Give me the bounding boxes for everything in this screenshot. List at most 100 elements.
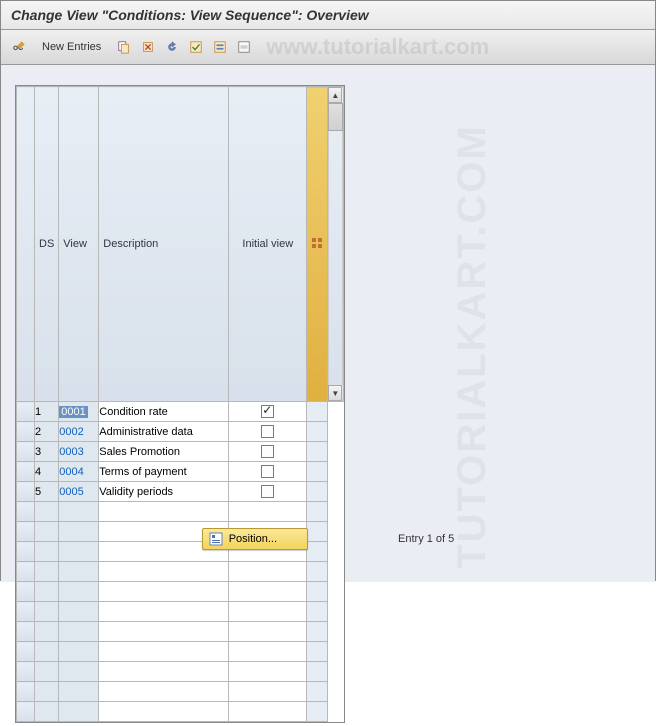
select-all-button[interactable] bbox=[186, 37, 206, 57]
initial-view-checkbox[interactable] bbox=[261, 465, 274, 478]
cell-ds[interactable] bbox=[35, 582, 59, 602]
cell-ds[interactable]: 4 bbox=[35, 462, 59, 482]
position-button[interactable]: Position... bbox=[202, 528, 308, 550]
cell-ds[interactable] bbox=[35, 682, 59, 702]
cell-view[interactable]: 0003 bbox=[59, 442, 99, 462]
scroll-down-button[interactable]: ▼ bbox=[328, 385, 342, 401]
select-block-button[interactable] bbox=[210, 37, 230, 57]
vertical-scrollbar[interactable]: ▲ ▼ bbox=[328, 87, 344, 402]
cell-initial-view[interactable] bbox=[229, 442, 307, 462]
row-selector[interactable] bbox=[17, 502, 35, 522]
cell-ds[interactable] bbox=[35, 642, 59, 662]
entry-count-text: Entry 1 of 5 bbox=[398, 533, 454, 545]
cell-description[interactable]: Administrative data bbox=[99, 422, 229, 442]
row-selector[interactable] bbox=[17, 582, 35, 602]
cell-initial-view[interactable] bbox=[229, 422, 307, 442]
cell-ds[interactable] bbox=[35, 662, 59, 682]
header-initial-view[interactable]: Initial view bbox=[229, 87, 307, 402]
toggle-display-change-button[interactable] bbox=[9, 37, 29, 57]
cell-description[interactable] bbox=[99, 702, 229, 722]
header-row-selector[interactable] bbox=[17, 87, 35, 402]
cell-description[interactable] bbox=[99, 562, 229, 582]
cell-view[interactable]: 0002 bbox=[59, 422, 99, 442]
scroll-track[interactable] bbox=[328, 131, 343, 385]
position-label: Position... bbox=[229, 533, 277, 545]
row-selector[interactable] bbox=[17, 682, 35, 702]
table-row-empty bbox=[17, 582, 344, 602]
cell-view[interactable] bbox=[59, 602, 99, 622]
cell-description[interactable] bbox=[99, 682, 229, 702]
cell-description[interactable] bbox=[99, 502, 229, 522]
cell-initial-view[interactable] bbox=[229, 482, 307, 502]
cell-ds[interactable] bbox=[35, 702, 59, 722]
row-selector[interactable] bbox=[17, 622, 35, 642]
cell-description[interactable] bbox=[99, 602, 229, 622]
cell-description[interactable] bbox=[99, 662, 229, 682]
cell-ds[interactable]: 3 bbox=[35, 442, 59, 462]
initial-view-checkbox[interactable] bbox=[261, 425, 274, 438]
cell-initial-view[interactable] bbox=[229, 402, 307, 422]
cell-initial-view[interactable] bbox=[229, 682, 307, 702]
row-selector[interactable] bbox=[17, 702, 35, 722]
row-selector[interactable] bbox=[17, 562, 35, 582]
scroll-up-button[interactable]: ▲ bbox=[328, 87, 342, 103]
cell-initial-view[interactable] bbox=[229, 662, 307, 682]
header-ds[interactable]: DS bbox=[35, 87, 59, 402]
new-entries-button[interactable]: New Entries bbox=[33, 37, 110, 57]
cell-initial-view[interactable] bbox=[229, 702, 307, 722]
cell-view[interactable]: 0004 bbox=[59, 462, 99, 482]
header-view[interactable]: View bbox=[59, 87, 99, 402]
delete-button[interactable] bbox=[138, 37, 158, 57]
copy-as-button[interactable] bbox=[114, 37, 134, 57]
initial-view-checkbox[interactable] bbox=[261, 445, 274, 458]
cell-initial-view[interactable] bbox=[229, 502, 307, 522]
table-row-empty bbox=[17, 502, 344, 522]
cell-description[interactable]: Terms of payment bbox=[99, 462, 229, 482]
cell-view[interactable]: 0001 bbox=[59, 402, 99, 422]
cell-initial-view[interactable] bbox=[229, 582, 307, 602]
row-selector[interactable] bbox=[17, 442, 35, 462]
cell-ds[interactable] bbox=[35, 622, 59, 642]
row-selector[interactable] bbox=[17, 462, 35, 482]
cell-view[interactable] bbox=[59, 642, 99, 662]
cell-description[interactable] bbox=[99, 582, 229, 602]
cell-ds[interactable] bbox=[35, 602, 59, 622]
cell-view[interactable] bbox=[59, 622, 99, 642]
header-configure-button[interactable] bbox=[307, 87, 328, 402]
header-description[interactable]: Description bbox=[99, 87, 229, 402]
cell-view[interactable] bbox=[59, 682, 99, 702]
cell-description[interactable]: Validity periods bbox=[99, 482, 229, 502]
initial-view-checkbox[interactable] bbox=[261, 485, 274, 498]
cell-description[interactable]: Sales Promotion bbox=[99, 442, 229, 462]
cell-view[interactable] bbox=[59, 702, 99, 722]
row-selector[interactable] bbox=[17, 642, 35, 662]
cell-ds[interactable]: 2 bbox=[35, 422, 59, 442]
cell-ds[interactable]: 5 bbox=[35, 482, 59, 502]
cell-ds[interactable] bbox=[35, 502, 59, 522]
cell-view[interactable] bbox=[59, 662, 99, 682]
scroll-thumb[interactable] bbox=[328, 103, 343, 131]
row-selector[interactable] bbox=[17, 482, 35, 502]
cell-initial-view[interactable] bbox=[229, 602, 307, 622]
row-selector[interactable] bbox=[17, 662, 35, 682]
cell-ds[interactable] bbox=[35, 562, 59, 582]
row-selector[interactable] bbox=[17, 422, 35, 442]
cell-initial-view[interactable] bbox=[229, 562, 307, 582]
cell-ds[interactable]: 1 bbox=[35, 402, 59, 422]
cell-view[interactable] bbox=[59, 562, 99, 582]
undo-change-button[interactable] bbox=[162, 37, 182, 57]
cell-initial-view[interactable] bbox=[229, 462, 307, 482]
title-bar: Change View "Conditions: View Sequence":… bbox=[1, 1, 655, 30]
cell-view[interactable] bbox=[59, 582, 99, 602]
deselect-all-button[interactable] bbox=[234, 37, 254, 57]
cell-description[interactable] bbox=[99, 622, 229, 642]
cell-initial-view[interactable] bbox=[229, 642, 307, 662]
cell-view[interactable] bbox=[59, 502, 99, 522]
cell-initial-view[interactable] bbox=[229, 622, 307, 642]
cell-view[interactable]: 0005 bbox=[59, 482, 99, 502]
row-selector[interactable] bbox=[17, 602, 35, 622]
cell-description[interactable] bbox=[99, 642, 229, 662]
initial-view-checkbox[interactable] bbox=[261, 405, 274, 418]
row-selector[interactable] bbox=[17, 402, 35, 422]
cell-description[interactable]: Condition rate bbox=[99, 402, 229, 422]
